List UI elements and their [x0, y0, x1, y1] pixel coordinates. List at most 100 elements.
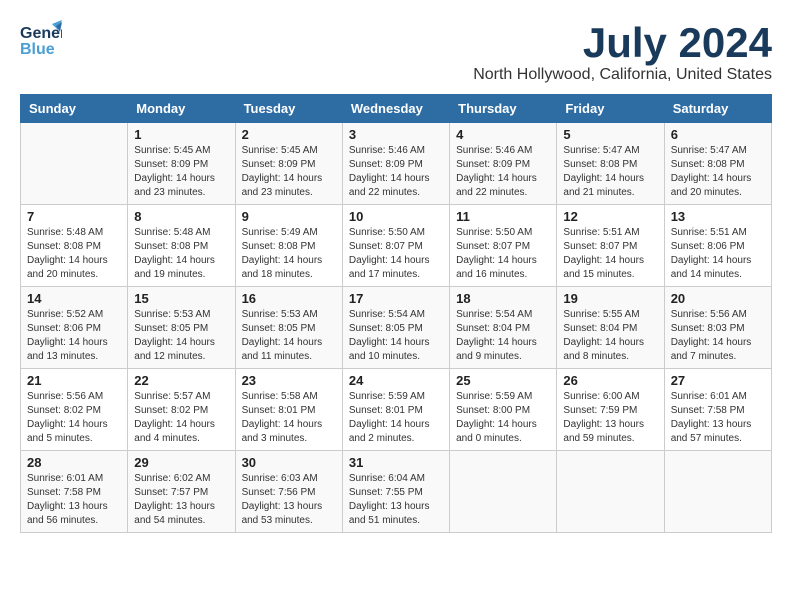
calendar-cell [450, 451, 557, 533]
weekday-header: Sunday [21, 95, 128, 123]
day-number: 11 [456, 209, 550, 224]
calendar-week-row: 14 Sunrise: 5:52 AMSunset: 8:06 PMDayligh… [21, 287, 772, 369]
weekday-header: Tuesday [235, 95, 342, 123]
day-info: Sunrise: 5:56 AMSunset: 8:02 PMDaylight:… [27, 390, 121, 446]
calendar-cell: 1Sunrise: 5:45 AMSunset: 8:09 PMDaylight… [128, 123, 235, 205]
calendar-cell: 22Sunrise: 5:57 AMSunset: 8:02 PMDayligh… [128, 369, 235, 451]
day-number: 25 [456, 373, 550, 388]
day-number: 3 [349, 127, 443, 142]
day-info: Sunrise: 5:59 AMSunset: 8:00 PMDaylight:… [456, 390, 550, 446]
weekday-header: Wednesday [342, 95, 449, 123]
calendar-cell: 16Sunrise: 5:53 AMSunset: 8:05 PMDayligh… [235, 287, 342, 369]
weekday-header: Friday [557, 95, 664, 123]
day-number: 5 [563, 127, 657, 142]
calendar-cell: 11 Sunrise: 5:50 AMSunset: 8:07 PMDayligh… [450, 205, 557, 287]
day-info: Sunrise: 5:59 AMSunset: 8:01 PMDaylight:… [349, 390, 443, 446]
weekday-header: Saturday [664, 95, 771, 123]
day-number: 16 [242, 291, 336, 306]
calendar-week-row: 1Sunrise: 5:45 AMSunset: 8:09 PMDaylight… [21, 123, 772, 205]
calendar-cell: 30Sunrise: 6:03 AMSunset: 7:56 PMDayligh… [235, 451, 342, 533]
month-title: July 2024 [473, 20, 772, 66]
calendar-cell: 28 Sunrise: 6:01 AMSunset: 7:58 PMDayligh… [21, 451, 128, 533]
day-number: 28 [27, 455, 121, 470]
calendar-cell: 25 Sunrise: 5:59 AMSunset: 8:00 PMDayligh… [450, 369, 557, 451]
calendar-cell: 23 Sunrise: 5:58 AMSunset: 8:01 PMDayligh… [235, 369, 342, 451]
day-info: Sunrise: 6:01 AMSunset: 7:58 PMDaylight:… [27, 472, 121, 528]
calendar-cell: 31Sunrise: 6:04 AMSunset: 7:55 PMDayligh… [342, 451, 449, 533]
day-info: Sunrise: 5:50 AMSunset: 8:07 PMDaylight:… [456, 226, 550, 282]
day-info: Sunrise: 5:46 AMSunset: 8:09 PMDaylight:… [456, 144, 550, 200]
day-number: 12 [563, 209, 657, 224]
day-number: 21 [27, 373, 121, 388]
day-number: 27 [671, 373, 765, 388]
logo: General Blue [20, 20, 60, 55]
weekday-header: Monday [128, 95, 235, 123]
day-info: Sunrise: 5:53 AMSunset: 8:05 PMDaylight:… [134, 308, 228, 364]
day-info: Sunrise: 6:03 AMSunset: 7:56 PMDaylight:… [242, 472, 336, 528]
day-info: Sunrise: 6:00 AMSunset: 7:59 PMDaylight:… [563, 390, 657, 446]
weekday-header-row: SundayMondayTuesdayWednesdayThursdayFrid… [21, 95, 772, 123]
day-number: 20 [671, 291, 765, 306]
title-block: July 2024 North Hollywood, California, U… [473, 20, 772, 84]
day-info: Sunrise: 5:48 AMSunset: 8:08 PMDaylight:… [27, 226, 121, 282]
day-info: Sunrise: 6:02 AMSunset: 7:57 PMDaylight:… [134, 472, 228, 528]
day-info: Sunrise: 5:55 AMSunset: 8:04 PMDaylight:… [563, 308, 657, 364]
calendar-cell: 6 Sunrise: 5:47 AMSunset: 8:08 PMDaylight… [664, 123, 771, 205]
day-number: 31 [349, 455, 443, 470]
day-info: Sunrise: 5:48 AMSunset: 8:08 PMDaylight:… [134, 226, 228, 282]
calendar-table: SundayMondayTuesdayWednesdayThursdayFrid… [20, 94, 772, 533]
day-number: 9 [242, 209, 336, 224]
day-number: 10 [349, 209, 443, 224]
day-number: 15 [134, 291, 228, 306]
day-number: 17 [349, 291, 443, 306]
day-info: Sunrise: 5:52 AMSunset: 8:06 PMDaylight:… [27, 308, 121, 364]
day-number: 18 [456, 291, 550, 306]
calendar-body: 1Sunrise: 5:45 AMSunset: 8:09 PMDaylight… [21, 123, 772, 533]
day-info: Sunrise: 5:50 AMSunset: 8:07 PMDaylight:… [349, 226, 443, 282]
day-number: 19 [563, 291, 657, 306]
calendar-cell: 5 Sunrise: 5:47 AMSunset: 8:08 PMDaylight… [557, 123, 664, 205]
day-info: Sunrise: 5:47 AMSunset: 8:08 PMDaylight:… [563, 144, 657, 200]
page-header: General Blue July 2024 North Hollywood, … [20, 20, 772, 84]
calendar-cell: 10 Sunrise: 5:50 AMSunset: 8:07 PMDayligh… [342, 205, 449, 287]
day-number: 13 [671, 209, 765, 224]
day-number: 6 [671, 127, 765, 142]
calendar-cell: 19 Sunrise: 5:55 AMSunset: 8:04 PMDayligh… [557, 287, 664, 369]
day-number: 14 [27, 291, 121, 306]
day-info: Sunrise: 5:47 AMSunset: 8:08 PMDaylight:… [671, 144, 765, 200]
calendar-cell: 13 Sunrise: 5:51 AMSunset: 8:06 PMDayligh… [664, 205, 771, 287]
day-info: Sunrise: 5:54 AMSunset: 8:04 PMDaylight:… [456, 308, 550, 364]
day-info: Sunrise: 5:54 AMSunset: 8:05 PMDaylight:… [349, 308, 443, 364]
calendar-cell: 17 Sunrise: 5:54 AMSunset: 8:05 PMDayligh… [342, 287, 449, 369]
day-number: 26 [563, 373, 657, 388]
logo-icon: General Blue [20, 20, 60, 55]
calendar-cell: 3Sunrise: 5:46 AMSunset: 8:09 PMDaylight… [342, 123, 449, 205]
calendar-cell: 9 Sunrise: 5:49 AMSunset: 8:08 PMDaylight… [235, 205, 342, 287]
calendar-cell [21, 123, 128, 205]
day-number: 7 [27, 209, 121, 224]
day-info: Sunrise: 5:45 AMSunset: 8:09 PMDaylight:… [242, 144, 336, 200]
svg-text:Blue: Blue [20, 41, 55, 58]
day-info: Sunrise: 5:45 AMSunset: 8:09 PMDaylight:… [134, 144, 228, 200]
calendar-cell: 2 Sunrise: 5:45 AMSunset: 8:09 PMDaylight… [235, 123, 342, 205]
calendar-cell: 14 Sunrise: 5:52 AMSunset: 8:06 PMDayligh… [21, 287, 128, 369]
calendar-cell: 29 Sunrise: 6:02 AMSunset: 7:57 PMDayligh… [128, 451, 235, 533]
day-info: Sunrise: 5:58 AMSunset: 8:01 PMDaylight:… [242, 390, 336, 446]
location-title: North Hollywood, California, United Stat… [473, 66, 772, 84]
calendar-week-row: 28 Sunrise: 6:01 AMSunset: 7:58 PMDayligh… [21, 451, 772, 533]
day-info: Sunrise: 5:49 AMSunset: 8:08 PMDaylight:… [242, 226, 336, 282]
calendar-week-row: 7 Sunrise: 5:48 AMSunset: 8:08 PMDaylight… [21, 205, 772, 287]
calendar-cell: 4Sunrise: 5:46 AMSunset: 8:09 PMDaylight… [450, 123, 557, 205]
day-number: 23 [242, 373, 336, 388]
day-info: Sunrise: 5:57 AMSunset: 8:02 PMDaylight:… [134, 390, 228, 446]
calendar-cell: 26 Sunrise: 6:00 AMSunset: 7:59 PMDayligh… [557, 369, 664, 451]
day-number: 24 [349, 373, 443, 388]
day-info: Sunrise: 5:51 AMSunset: 8:07 PMDaylight:… [563, 226, 657, 282]
day-number: 8 [134, 209, 228, 224]
day-number: 2 [242, 127, 336, 142]
day-info: Sunrise: 6:01 AMSunset: 7:58 PMDaylight:… [671, 390, 765, 446]
day-number: 29 [134, 455, 228, 470]
calendar-cell [664, 451, 771, 533]
calendar-cell [557, 451, 664, 533]
day-info: Sunrise: 5:51 AMSunset: 8:06 PMDaylight:… [671, 226, 765, 282]
